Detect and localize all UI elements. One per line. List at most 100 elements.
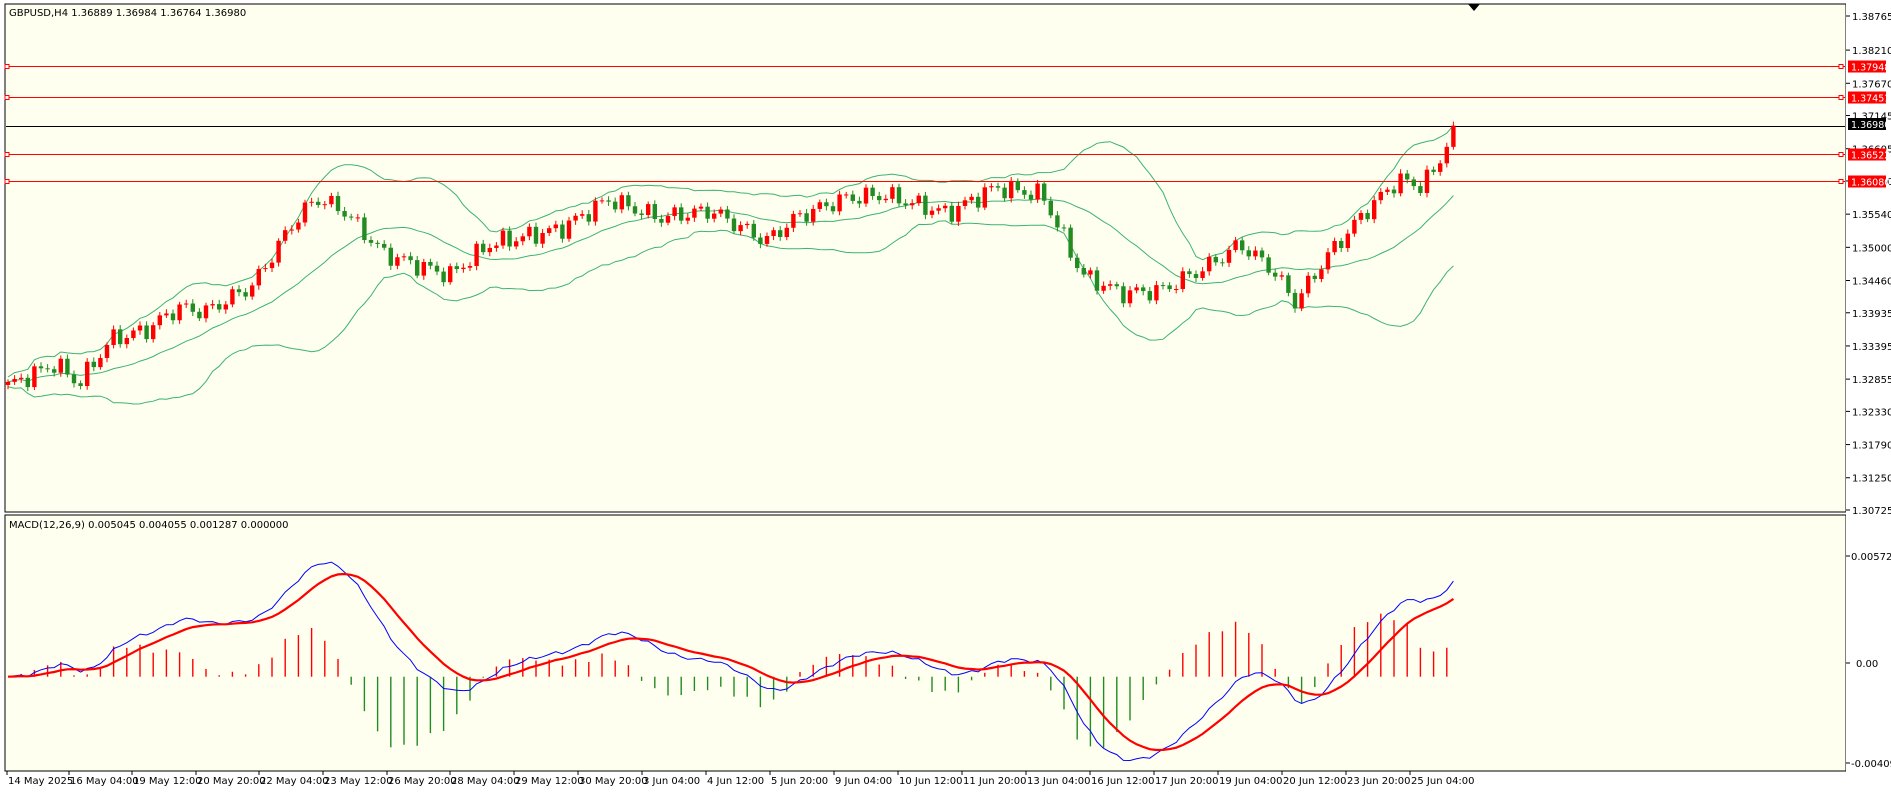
level-anchor-left[interactable]: [4, 152, 10, 157]
candle-body: [738, 225, 743, 232]
candle-body: [949, 205, 954, 222]
candle-body: [448, 266, 453, 283]
level-anchor-right[interactable]: [1838, 64, 1844, 69]
price-scale-label: 1.34460: [1852, 277, 1891, 288]
candle-body: [388, 247, 393, 266]
candle-body: [705, 206, 710, 219]
time-scale-label: 23 Jun 20:00: [1347, 776, 1411, 787]
candle-body: [1141, 287, 1146, 292]
time-scale-label: 19 Jun 04:00: [1219, 776, 1283, 787]
candle-body: [164, 313, 169, 316]
candle-body: [236, 289, 242, 293]
candle-body: [1160, 285, 1166, 287]
time-scale-label: 4 Jun 12:00: [707, 776, 764, 787]
candle-body: [1306, 275, 1311, 294]
price-scale-label: 1.30725: [1852, 506, 1891, 517]
level-anchor-right[interactable]: [1838, 95, 1844, 100]
price-scale-label: 1.31790: [1852, 441, 1891, 452]
candle-body: [454, 266, 459, 270]
price-scale-label: 1.38210: [1852, 46, 1891, 57]
time-scale-label: 28 May 04:00: [451, 776, 520, 787]
candle-body: [1365, 213, 1370, 220]
candle-body: [520, 236, 525, 242]
candle-body: [487, 247, 492, 253]
candle-body: [494, 245, 499, 248]
main-chart-area[interactable]: [4, 3, 1847, 513]
candle-body: [646, 204, 651, 215]
price-scale-label: 1.37670: [1852, 79, 1891, 90]
candle-body: [923, 195, 928, 215]
candle-body: [223, 304, 228, 310]
candle-body: [52, 369, 57, 373]
level-anchor-left[interactable]: [4, 64, 10, 69]
candle-body: [1121, 286, 1126, 304]
candle-body: [1028, 194, 1034, 200]
candle-body: [995, 186, 1001, 188]
time-scale-label: 29 May 12:00: [515, 776, 584, 787]
level-price-label: 1.37451: [1851, 94, 1890, 105]
macd-subwindow[interactable]: [4, 514, 1847, 772]
price-scale-label: 1.31250: [1852, 474, 1891, 485]
candle-body: [1240, 240, 1245, 251]
time-scale-label: 20 May 20:00: [197, 776, 266, 787]
candle-body: [566, 220, 572, 239]
candle-body: [804, 213, 809, 222]
candle-body: [1147, 291, 1152, 301]
current-price-label: 1.36980: [1851, 120, 1890, 131]
candle-body: [91, 361, 96, 368]
macd-scale-zero: 0.00: [1856, 659, 1878, 670]
candle-body: [936, 208, 941, 211]
candle-body: [184, 303, 189, 305]
price-scale-label: 1.38765: [1852, 12, 1891, 23]
candle-body: [1246, 250, 1251, 257]
candle-body: [778, 230, 783, 238]
time-scale-label: 10 Jun 12:00: [899, 776, 963, 787]
candle-body: [547, 228, 552, 233]
level-price-label: 1.36522: [1851, 151, 1890, 162]
candle-body: [309, 201, 314, 203]
level-anchor-left[interactable]: [4, 95, 10, 100]
candle-body: [1352, 219, 1357, 234]
candle-body: [250, 285, 255, 297]
level-anchor-right[interactable]: [1838, 152, 1844, 157]
candle-body: [329, 195, 334, 205]
candle-body: [850, 194, 855, 201]
candle-body: [118, 329, 123, 345]
candle-body: [573, 215, 578, 221]
candle-body: [382, 243, 387, 248]
time-scale-label: 30 May 20:00: [579, 776, 648, 787]
candle-body: [1398, 173, 1403, 194]
candle-body: [1233, 240, 1238, 250]
candle-body: [421, 261, 426, 276]
candle-body: [177, 304, 182, 321]
candle-body: [586, 214, 591, 222]
candle-body: [144, 325, 149, 340]
candle-body: [1286, 275, 1291, 293]
candle-body: [58, 358, 63, 373]
candle-body: [844, 194, 849, 196]
candle-body: [124, 337, 129, 345]
candle-body: [1411, 179, 1416, 187]
candle-body: [1226, 249, 1232, 263]
candle-body: [1391, 189, 1397, 194]
price-scale-label: 1.35000: [1852, 243, 1891, 254]
candle-body: [197, 311, 202, 319]
candle-body: [85, 361, 90, 387]
candle-body: [1405, 173, 1410, 180]
candle-body: [137, 325, 143, 331]
symbol-info: GBPUSD,H4 1.36889 1.36984 1.36764 1.3698…: [9, 8, 246, 19]
candle-body: [1292, 292, 1298, 309]
level-anchor-left[interactable]: [4, 179, 10, 184]
candle-body: [1068, 227, 1073, 258]
candle-body: [1438, 163, 1443, 172]
candle-body: [1200, 271, 1205, 278]
candle-body: [1444, 146, 1449, 164]
price-scale-label: 1.32330: [1852, 407, 1891, 418]
level-anchor-right[interactable]: [1838, 179, 1844, 184]
chart-canvas[interactable]: 1.387651.382101.376701.371451.366051.360…: [0, 0, 1891, 792]
candle-body: [78, 383, 83, 387]
candle-body: [408, 256, 413, 261]
candle-body: [19, 377, 24, 379]
candle-body: [25, 377, 30, 388]
candle-body: [1431, 169, 1436, 172]
